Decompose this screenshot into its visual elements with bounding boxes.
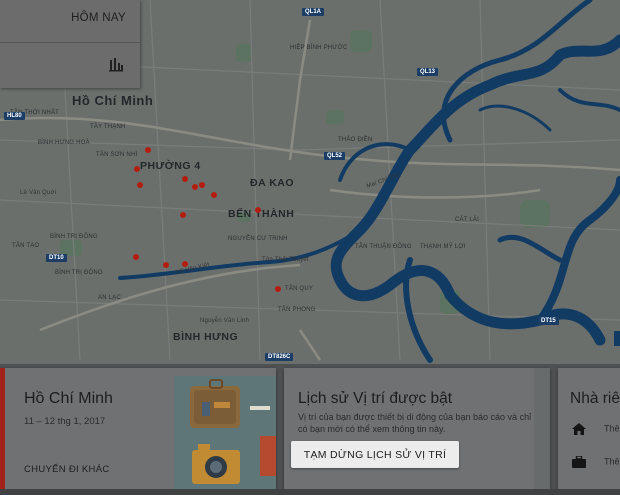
location-history-card: Lịch sử Vị trí được bật Vị trí của bạn đ… [284, 368, 550, 489]
trip-title: Hồ Chí Minh [24, 390, 113, 407]
bar-chart-icon[interactable] [108, 56, 124, 72]
bottom-strip [0, 489, 620, 495]
location-dot[interactable] [255, 207, 261, 213]
highway-shield: QL13 [417, 68, 439, 76]
bottom-cards: Hồ Chí Minh 11 – 12 thg 1, 2017 CHUYẾN Đ… [0, 364, 620, 495]
highway-shield: DT10 [46, 254, 67, 262]
location-dot[interactable] [199, 182, 205, 188]
home-row[interactable]: Thê [572, 423, 620, 435]
highway-shield: QL52 [324, 152, 346, 160]
trip-dates: 11 – 12 thg 1, 2017 [24, 416, 106, 427]
map-small-label: TÂN TẠO [12, 243, 40, 249]
today-button[interactable]: HÔM NAY [71, 12, 126, 24]
map-small-label: BÌNH TRỊ ĐÔNG [55, 270, 103, 276]
history-title: Lịch sử Vị trí được bật [298, 390, 453, 407]
map-small-label: THẢO ĐIỀN [338, 137, 373, 143]
home-icon [572, 423, 586, 435]
district-label: PHƯỜNG 4 [140, 160, 201, 172]
history-description: Vị trí của bạn được thiết bị di động của… [298, 412, 532, 434]
location-dot[interactable] [192, 184, 198, 190]
location-dot[interactable] [211, 192, 217, 198]
work-row-label: Thê [604, 456, 620, 467]
road-label: Lê Văn Quới [20, 190, 57, 196]
map-small-label: AN LẠC [98, 295, 121, 301]
briefcase-icon [572, 456, 586, 468]
location-dot[interactable] [137, 182, 143, 188]
date-panel: HÔM NAY [0, 0, 140, 88]
location-dot[interactable] [163, 262, 169, 268]
places-card[interactable]: Nhà riêng Thê Thê [558, 368, 620, 489]
map-small-label: TÂN QUY [285, 286, 314, 292]
places-title: Nhà riêng [570, 390, 620, 407]
location-dot[interactable] [182, 176, 188, 182]
location-dot[interactable] [275, 286, 281, 292]
location-dot[interactable] [133, 254, 139, 260]
district-label: BẾN THÀNH [228, 208, 295, 220]
trip-card[interactable]: Hồ Chí Minh 11 – 12 thg 1, 2017 CHUYẾN Đ… [0, 368, 276, 489]
highway-shield: DT15 [538, 317, 559, 325]
pause-history-button[interactable]: TẠM DỪNG LỊCH SỬ VỊ TRÍ [291, 441, 459, 468]
highway-shield: HL80 [4, 112, 25, 120]
map-small-label: TÂN THUẬN ĐÔNG [355, 244, 412, 250]
travel-illustration [174, 376, 276, 489]
map-small-label: TÂN PHONG [278, 307, 316, 313]
map-small-label: HIỆP BÌNH PHƯỚC [290, 45, 348, 51]
city-label: Hồ Chí Minh [72, 93, 154, 108]
location-dot[interactable] [180, 212, 186, 218]
district-label: BÌNH HƯNG [173, 331, 239, 343]
map-small-label: BÌNH HƯNG HOÀ [38, 140, 90, 146]
location-dot[interactable] [134, 166, 140, 172]
work-row[interactable]: Thê [572, 456, 620, 468]
card-edge [534, 368, 550, 489]
home-row-label: Thê [604, 423, 620, 434]
highway-shield: QL1A [302, 8, 325, 16]
location-dot[interactable] [182, 261, 188, 267]
map-small-label: TÂY THẠNH [90, 124, 126, 130]
highway-shield: DT826C [265, 353, 294, 361]
map-small-label: NGUYỄN CƯ TRINH [228, 236, 288, 242]
district-label: ĐA KAO [250, 177, 295, 189]
map-small-label: THẠNH MỸ LỢI [420, 244, 466, 250]
location-dot[interactable] [145, 147, 151, 153]
road-label: Nguyễn Văn Linh [200, 318, 250, 324]
trash-adjacent-edge [614, 331, 620, 346]
map-small-label: BÌNH TRỊ ĐÔNG [50, 234, 98, 240]
divider [0, 42, 140, 43]
map-small-label: CÁT LÁI [455, 217, 479, 223]
accent-bar [0, 368, 5, 489]
other-trips-link[interactable]: CHUYẾN ĐI KHÁC [24, 464, 110, 475]
road-label: Tôn Thất Thuyết [262, 257, 309, 263]
map-small-label: TÂN SƠN NHÌ [96, 152, 138, 158]
